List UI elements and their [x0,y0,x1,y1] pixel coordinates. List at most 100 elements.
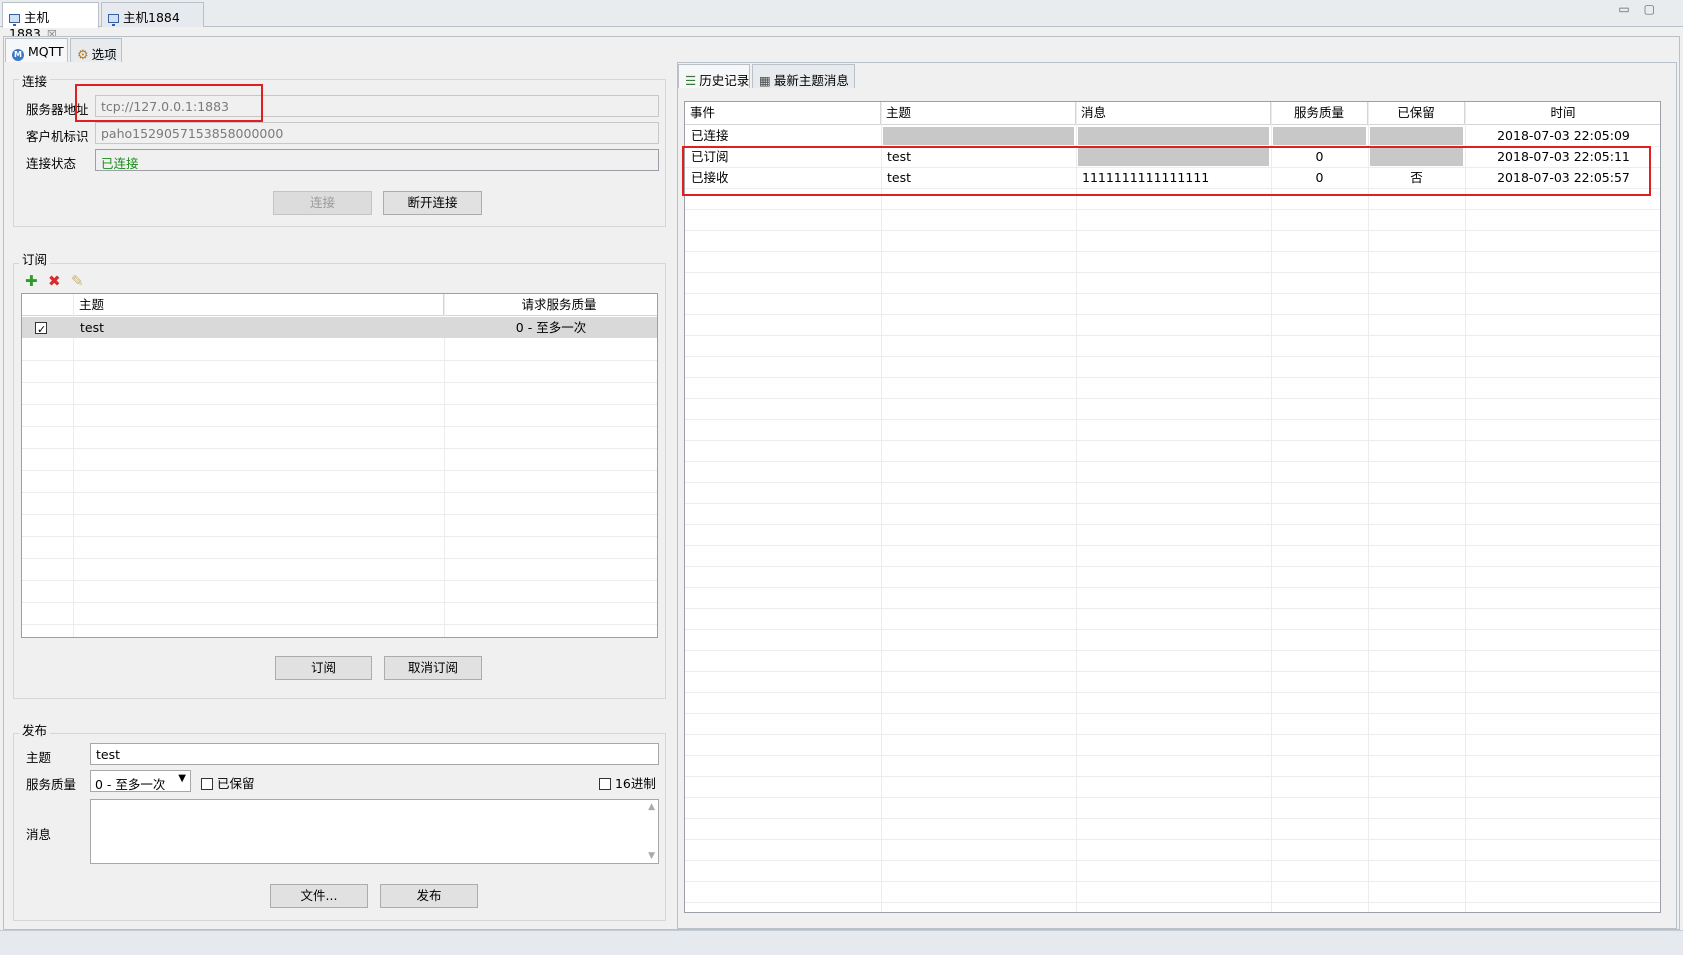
grid-line [685,461,1660,462]
disconnect-button[interactable]: 断开连接 [383,191,482,215]
row-event: 已接收 [691,170,729,185]
table-row[interactable]: test 0 - 至多一次 [22,317,657,338]
grid-line [881,102,882,912]
message-textarea[interactable]: ▲ ▼ [90,799,659,864]
grid-line [685,650,1660,651]
grid-line [685,545,1660,546]
subscribe-button[interactable]: 订阅 [275,656,372,680]
monitor-icon [108,14,119,26]
grid-line [685,251,1660,252]
empty-cell [1078,148,1269,166]
history-table: 事件 主题 消息 服务质量 已保留 时间 已连接 2018-07-03 22:0… [684,101,1661,913]
scroll-down-icon[interactable]: ▼ [648,851,655,861]
empty-cell [1273,127,1366,145]
row-checkbox[interactable] [30,318,47,338]
grid-line [685,377,1660,378]
grid-line [685,314,1660,315]
retain-checkbox[interactable]: 已保留 [201,773,255,792]
checkbox-icon[interactable] [35,320,47,338]
grid-line [685,755,1660,756]
maximize-icon[interactable]: ▢ [1644,2,1669,16]
grid-line [685,902,1660,903]
monitor-icon [9,14,20,26]
grid-line [22,558,657,559]
row-qos: 0 - 至多一次 [515,320,587,335]
clear-icon[interactable]: ✎ [71,274,84,289]
grid-line [22,448,657,449]
checkbox-icon[interactable] [599,778,611,790]
table-row[interactable]: 已订阅 test 0 2018-07-03 22:05:11 [685,147,1660,167]
qos-select-value: 0 - 至多一次 [95,777,166,792]
hex-checkbox[interactable]: 16进制 [599,773,656,792]
qos-label: 服务质量 [26,777,77,792]
status-label: 连接状态 [26,156,77,171]
grid-line [22,492,657,493]
header-topic: 主题 [74,294,444,316]
connection-title: 连接 [19,71,51,90]
window-controls: ▭▢ [1618,2,1669,16]
grid-line [685,776,1660,777]
publish-button[interactable]: 发布 [380,884,478,908]
grid-line [22,580,657,581]
grid-line [22,602,657,603]
add-icon[interactable]: ✚ [25,274,38,289]
grid-line [685,524,1660,525]
header-retained: 已保留 [1368,102,1465,124]
grid-line [1465,102,1466,912]
grid-line [685,440,1660,441]
mqtt-icon: M [12,49,24,61]
gear-icon: ⚙ [77,48,89,63]
header-qos: 请求服务质量 [444,294,657,316]
table-row[interactable]: 已连接 2018-07-03 22:05:09 [685,126,1660,146]
server-field[interactable]: tcp://127.0.0.1:1883 [95,95,659,117]
grid-line [22,514,657,515]
delete-icon[interactable]: ✖ [48,274,61,289]
empty-cell [1370,148,1463,166]
file-button[interactable]: 文件... [270,884,368,908]
subscription-header: 主题 请求服务质量 [22,294,657,316]
client-label: 客户机标识 [26,129,89,144]
chevron-down-icon: ▼ [178,773,186,784]
grid-line [685,503,1660,504]
grid-line [685,881,1660,882]
status-field: 已连接 [95,149,659,171]
tab-latest-messages[interactable]: ▦ 最新主题消息 [752,64,855,88]
row-event: 已订阅 [691,149,729,164]
table-row[interactable]: 已接收 test 1111111111111111 0 否 2018-07-03… [685,168,1660,188]
grid-line [685,734,1660,735]
qos-select[interactable]: 0 - 至多一次 ▼ [90,770,191,792]
unsubscribe-button[interactable]: 取消订阅 [384,656,482,680]
grid-line [22,382,657,383]
row-topic: test [80,320,105,335]
client-id-field[interactable]: paho1529057153858000000 [95,122,659,144]
scroll-up-icon[interactable]: ▲ [648,802,655,812]
tab-host-1884[interactable]: 主机1884 [101,2,204,27]
history-header: 事件 主题 消息 服务质量 已保留 时间 [685,102,1660,125]
checkbox-icon[interactable] [201,778,213,790]
grid-line [685,692,1660,693]
header-topic: 主题 [881,102,1076,124]
empty-cell [1078,127,1269,145]
grid-line [22,470,657,471]
tab-mqtt[interactable]: M MQTT [5,38,68,62]
tab-options[interactable]: ⚙ 选项 [70,38,122,63]
grid-line [685,482,1660,483]
header-qos: 服务质量 [1271,102,1368,124]
grid-line [685,839,1660,840]
grid-line [685,272,1660,273]
connect-button[interactable]: 连接 [273,191,372,215]
row-message: 1111111111111111 [1082,170,1210,185]
grid-line [685,335,1660,336]
grid-line [685,818,1660,819]
tab-host-1883[interactable]: 主机1883 ☒ [2,2,99,41]
grid-line [685,713,1660,714]
row-topic: test [887,170,912,185]
publish-topic-input[interactable]: test [90,743,659,765]
grid-line [685,797,1660,798]
publish-topic-label: 主题 [26,750,52,765]
tab-history[interactable]: ☰ 历史记录 [678,64,750,88]
row-qos: 0 [1315,149,1324,164]
minimize-icon[interactable]: ▭ [1618,2,1643,16]
status-bar [0,930,1683,955]
row-time: 2018-07-03 22:05:57 [1497,170,1630,185]
